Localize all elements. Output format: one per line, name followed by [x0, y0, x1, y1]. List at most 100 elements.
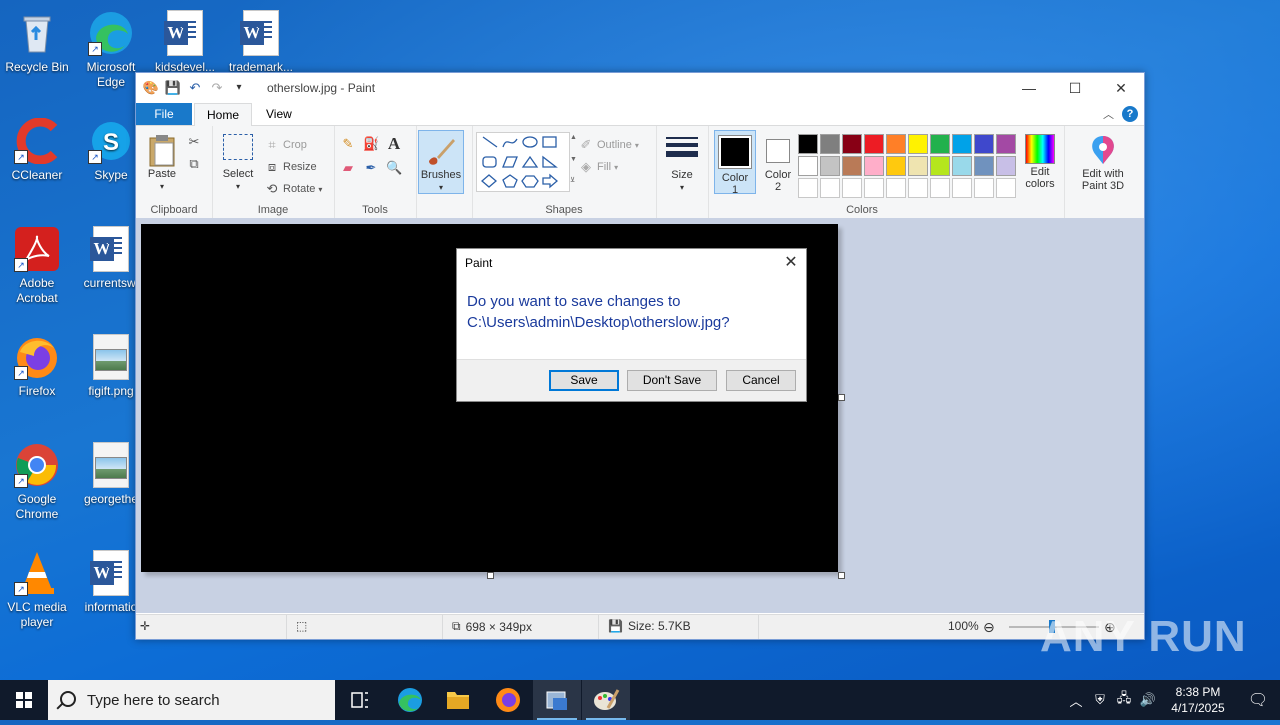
- custom-color-swatch[interactable]: [952, 178, 972, 198]
- custom-color-swatch[interactable]: [798, 178, 818, 198]
- resize-handle-corner[interactable]: [838, 572, 845, 579]
- fill-button[interactable]: ◈ Fill ▾: [578, 158, 618, 176]
- cancel-button[interactable]: Cancel: [726, 370, 796, 391]
- shapes-scroll-up-icon[interactable]: ▲: [570, 134, 577, 141]
- color-swatch[interactable]: [908, 134, 928, 154]
- network-icon[interactable]: 🖧: [1112, 689, 1136, 711]
- custom-color-swatch[interactable]: [886, 178, 906, 198]
- color-swatch[interactable]: [820, 156, 840, 176]
- magnifier-icon[interactable]: 🔍: [386, 160, 402, 176]
- desktop-icon-kidsdevel[interactable]: W kidsdevel...: [148, 4, 222, 75]
- save-button[interactable]: Save: [549, 370, 619, 391]
- copy-icon[interactable]: ⧉: [186, 156, 202, 172]
- dialog-close-icon[interactable]: ✕: [776, 249, 806, 277]
- taskbar-installer[interactable]: [533, 680, 581, 720]
- color-swatch[interactable]: [930, 156, 950, 176]
- color-swatch[interactable]: [842, 134, 862, 154]
- tab-home[interactable]: Home: [194, 103, 253, 127]
- redo-icon[interactable]: ↷: [208, 79, 226, 97]
- custom-color-swatch[interactable]: [842, 178, 862, 198]
- undo-icon[interactable]: ↶: [186, 79, 204, 97]
- collapse-ribbon-icon[interactable]: ︿: [1103, 106, 1114, 122]
- shapes-expand-icon[interactable]: ⊻: [570, 176, 575, 184]
- brushes-button[interactable]: Brushes ▾: [418, 130, 464, 194]
- custom-color-swatch[interactable]: [996, 178, 1016, 198]
- paste-button[interactable]: Paste ▾: [144, 134, 180, 192]
- save-icon[interactable]: 💾: [164, 79, 182, 97]
- color-swatch[interactable]: [842, 156, 862, 176]
- desktop-icon-trademark[interactable]: W trademark...: [224, 4, 298, 75]
- color-swatch[interactable]: [996, 134, 1016, 154]
- minimize-button[interactable]: —: [1006, 73, 1052, 103]
- size-button[interactable]: Size ▾: [662, 134, 702, 193]
- close-button[interactable]: ✕: [1098, 73, 1144, 103]
- taskbar-firefox[interactable]: [484, 680, 532, 720]
- desktop-icon-label: VLC media player: [7, 600, 67, 629]
- fill-bucket-icon[interactable]: ⛽: [363, 136, 379, 152]
- custom-color-swatch[interactable]: [930, 178, 950, 198]
- select-button[interactable]: Select ▾: [220, 134, 256, 192]
- color-swatch[interactable]: [864, 134, 884, 154]
- rotate-button[interactable]: ⟲ Rotate ▾: [264, 180, 323, 198]
- start-button[interactable]: [0, 680, 48, 720]
- pencil-icon[interactable]: ✎: [340, 136, 356, 152]
- tab-file[interactable]: File: [136, 103, 192, 125]
- brushes-label: Brushes: [420, 169, 462, 181]
- color-swatch[interactable]: [974, 156, 994, 176]
- color-swatch[interactable]: [886, 156, 906, 176]
- desktop-icon-google-chrome[interactable]: ↗ Google Chrome: [0, 436, 74, 522]
- zoom-out-icon[interactable]: ⊖: [983, 619, 995, 636]
- color-swatch[interactable]: [930, 134, 950, 154]
- color-swatch[interactable]: [798, 156, 818, 176]
- desktop-icon-recycle-bin[interactable]: Recycle Bin: [0, 4, 74, 75]
- color-swatch[interactable]: [974, 134, 994, 154]
- desktop-icon-vlc[interactable]: ↗ VLC media player: [0, 544, 74, 630]
- taskbar-file-explorer[interactable]: [434, 680, 482, 720]
- eraser-icon[interactable]: ▰: [340, 160, 356, 176]
- resize-button[interactable]: ⧈ Resize: [264, 158, 317, 176]
- shapes-scroll-down-icon[interactable]: ▼: [570, 156, 577, 163]
- tab-view[interactable]: View: [254, 103, 304, 125]
- dont-save-button[interactable]: Don't Save: [627, 370, 717, 391]
- crop-button[interactable]: ⌗ Crop: [264, 136, 307, 154]
- taskbar-edge[interactable]: [386, 680, 434, 720]
- shapes-gallery[interactable]: [476, 132, 570, 192]
- clock[interactable]: 8:38 PM 4/17/2025: [1160, 684, 1236, 716]
- desktop-icon-ccleaner[interactable]: ↗ CCleaner: [0, 112, 74, 183]
- resize-handle-right[interactable]: [838, 394, 845, 401]
- cut-icon[interactable]: ✂: [186, 134, 202, 150]
- color-swatch[interactable]: [798, 134, 818, 154]
- notifications-icon[interactable]: 🗨: [1236, 690, 1280, 710]
- custom-color-swatch[interactable]: [864, 178, 884, 198]
- custom-color-swatch[interactable]: [974, 178, 994, 198]
- color1-button[interactable]: Color 1: [714, 130, 756, 196]
- color-swatch[interactable]: [864, 156, 884, 176]
- paint-app-icon[interactable]: 🎨: [142, 79, 160, 97]
- color-swatch[interactable]: [886, 134, 906, 154]
- color-swatch[interactable]: [952, 134, 972, 154]
- edit-with-paint3d-button[interactable]: Edit with Paint 3D: [1068, 134, 1138, 192]
- edit-colors-button[interactable]: Edit colors: [1020, 134, 1060, 190]
- customize-toolbar-icon[interactable]: ▾: [230, 79, 248, 97]
- color-swatch[interactable]: [996, 156, 1016, 176]
- help-icon[interactable]: ?: [1122, 106, 1138, 122]
- color-swatch[interactable]: [952, 156, 972, 176]
- maximize-button[interactable]: ☐: [1052, 73, 1098, 103]
- volume-icon[interactable]: 🔊: [1136, 692, 1160, 708]
- task-view-button[interactable]: [336, 680, 384, 720]
- color-swatch[interactable]: [908, 156, 928, 176]
- custom-color-swatch[interactable]: [820, 178, 840, 198]
- desktop-icon-firefox[interactable]: ↗ Firefox: [0, 328, 74, 399]
- show-hidden-icons-icon[interactable]: ︿: [1064, 691, 1088, 710]
- taskbar-search[interactable]: Type here to search: [48, 680, 335, 720]
- color-picker-icon[interactable]: ✒: [363, 160, 379, 176]
- resize-handle-bottom[interactable]: [487, 572, 494, 579]
- text-tool-icon[interactable]: A: [386, 135, 402, 152]
- custom-color-swatch[interactable]: [908, 178, 928, 198]
- color-swatch[interactable]: [820, 134, 840, 154]
- security-icon[interactable]: ⛨: [1088, 692, 1112, 708]
- desktop-icon-adobe-acrobat[interactable]: ↗ Adobe Acrobat: [0, 220, 74, 306]
- color2-button[interactable]: Color 2: [758, 130, 798, 193]
- outline-button[interactable]: ✐ Outline ▾: [578, 136, 639, 154]
- taskbar-paint[interactable]: [582, 680, 630, 720]
